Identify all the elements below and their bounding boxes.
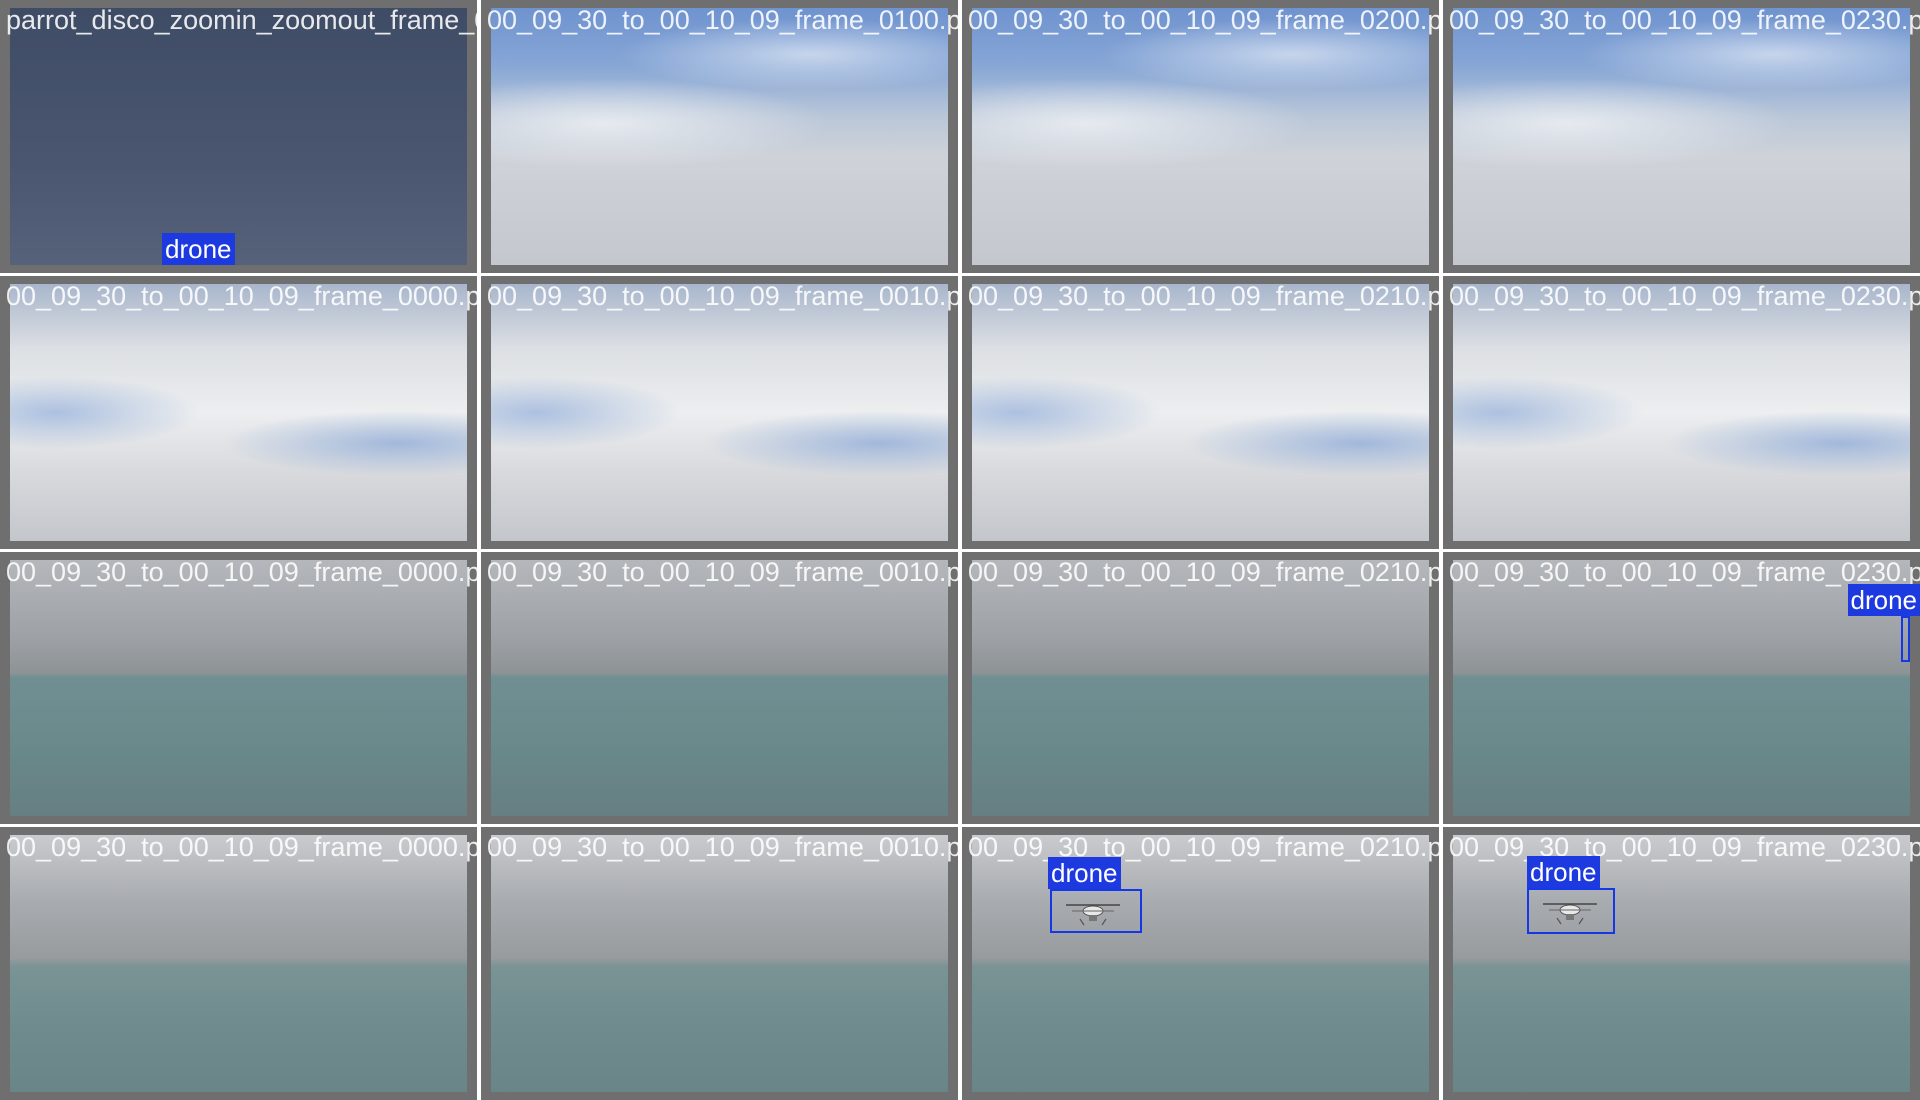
detection-box [1527, 888, 1615, 935]
image-filename: 00_09_30_to_00_10_09_frame_0230.png [1449, 556, 1920, 587]
frame-image [972, 559, 1429, 817]
image-tile: 00_09_30_to_00_10_09_frame_0010.png [481, 275, 958, 549]
detection-label: drone [1847, 583, 1920, 616]
detection-label: drone [1048, 857, 1121, 890]
image-tile: 00_09_30_to_00_10_09_frame_0230.png dron… [1443, 551, 1920, 825]
image-tile: 00_09_30_to_00_10_09_frame_0210.png [962, 275, 1439, 549]
detection-label: drone [1527, 856, 1600, 889]
image-tile: 00_09_30_to_00_10_09_frame_0230.png dron… [1443, 827, 1920, 1100]
frame-image [972, 835, 1429, 1092]
frame-image [10, 559, 467, 817]
frame-image [972, 283, 1429, 541]
image-filename: 00_09_30_to_00_10_09_frame_0010.png [487, 280, 958, 311]
image-tile: 00_09_30_to_00_10_09_frame_0000.png [0, 551, 477, 825]
image-filename: 00_09_30_to_00_10_09_frame_0210.png [968, 556, 1439, 587]
detection-box [1050, 889, 1142, 934]
frame-image [10, 8, 467, 265]
image-filename: 00_09_30_to_00_10_09_frame_0000.png [6, 280, 477, 311]
image-tile: 00_09_30_to_00_10_09_frame_0010.png [481, 551, 958, 825]
image-filename: 00_09_30_to_00_10_09_frame_0200.png [968, 5, 1439, 35]
drone-icon [1066, 904, 1120, 926]
image-filename: 00_09_30_to_00_10_09_frame_0010.png [487, 832, 958, 863]
frame-image [491, 8, 948, 265]
image-tile: 00_09_30_to_00_10_09_frame_0010.png [481, 827, 958, 1100]
image-filename: 00_09_30_to_00_10_09_frame_0230.png [1449, 5, 1920, 35]
frame-image [972, 8, 1429, 265]
image-tile: 00_09_30_to_00_10_09_frame_0100.png [481, 0, 958, 273]
image-tile: 00_09_30_to_00_10_09_frame_0230.png [1443, 275, 1920, 549]
image-filename: parrot_disco_zoomin_zoomout_frame_0000.p… [6, 5, 477, 35]
image-tile: 00_09_30_to_00_10_09_frame_0000.png [0, 827, 477, 1100]
detection-label: drone [162, 233, 235, 265]
image-tile: 00_09_30_to_00_10_09_frame_0230.png [1443, 0, 1920, 273]
frame-image [1453, 835, 1910, 1092]
detection-box [1901, 615, 1910, 662]
image-tile: 00_09_30_to_00_10_09_frame_0210.png dron… [962, 827, 1439, 1100]
image-filename: 00_09_30_to_00_10_09_frame_0000.png [6, 832, 477, 863]
image-filename: 00_09_30_to_00_10_09_frame_0230.png [1449, 280, 1920, 311]
frame-image [1453, 8, 1910, 265]
image-filename: 00_09_30_to_00_10_09_frame_0210.png [968, 280, 1439, 311]
frame-image [10, 835, 467, 1092]
frame-image [491, 283, 948, 541]
image-filename: 00_09_30_to_00_10_09_frame_0000.png [6, 556, 477, 587]
image-filename: 00_09_30_to_00_10_09_frame_0100.png [487, 5, 958, 35]
image-tile: 00_09_30_to_00_10_09_frame_0000.png [0, 275, 477, 549]
image-filename: 00_09_30_to_00_10_09_frame_0230.png [1449, 832, 1920, 863]
frame-image [491, 559, 948, 817]
image-filename: 00_09_30_to_00_10_09_frame_0210.png [968, 832, 1439, 863]
drone-icon [1543, 903, 1597, 925]
frame-image [1453, 283, 1910, 541]
image-tile: 00_09_30_to_00_10_09_frame_0210.png [962, 551, 1439, 825]
image-tile: 00_09_30_to_00_10_09_frame_0200.png [962, 0, 1439, 273]
image-tile: parrot_disco_zoomin_zoomout_frame_0000.p… [0, 0, 477, 273]
detection-grid: parrot_disco_zoomin_zoomout_frame_0000.p… [0, 0, 1920, 1100]
frame-image [491, 835, 948, 1092]
frame-image [1453, 559, 1910, 817]
frame-image [10, 283, 467, 541]
image-filename: 00_09_30_to_00_10_09_frame_0010.png [487, 556, 958, 587]
